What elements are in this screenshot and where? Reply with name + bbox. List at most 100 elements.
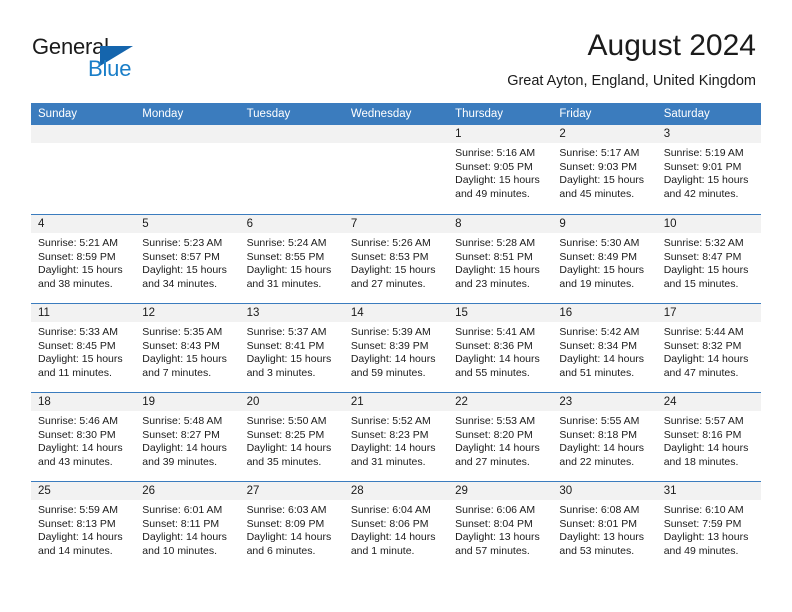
day-detail-daylight2: and 42 minutes.	[663, 187, 739, 200]
day-detail-daylight2: and 15 minutes.	[663, 277, 739, 290]
day-cell[interactable]: 3 Sunrise: 5:19 AM Sunset: 9:01 PM Daylight…	[656, 125, 761, 214]
day-detail-sunset: Sunset: 9:01 PM	[663, 160, 742, 173]
day-detail-sunrise: Sunrise: 5:28 AM	[455, 237, 536, 249]
day-number: 15	[448, 304, 553, 322]
day-detail-sunrise: Sunrise: 6:06 AM	[455, 504, 536, 516]
day-detail-sunrise: Sunrise: 5:59 AM	[38, 504, 118, 516]
day-detail-sunset: Sunset: 8:57 PM	[142, 250, 220, 263]
day-details: Sunrise: 6:06 AM Sunset: 8:04 PM Daylight:…	[448, 500, 552, 558]
day-detail-daylight1: Daylight: 14 hours	[38, 442, 123, 455]
day-number	[343, 125, 449, 143]
day-detail-sunrise: Sunrise: 5:39 AM	[350, 326, 431, 338]
day-cell[interactable]: 29 Sunrise: 6:06 AM Sunset: 8:04 PM Dayligh…	[448, 482, 553, 570]
day-detail-sunset: Sunset: 8:32 PM	[663, 339, 742, 352]
day-detail-sunrise: Sunrise: 5:57 AM	[663, 415, 744, 427]
calendar-week-row: 1 Sunrise: 5:16 AM Sunset: 9:05 PM Daylight…	[31, 125, 761, 214]
day-number: 6	[239, 215, 344, 233]
day-number: 22	[448, 393, 553, 411]
day-detail-daylight1: Daylight: 14 hours	[559, 442, 645, 455]
day-cell[interactable]: 8 Sunrise: 5:28 AM Sunset: 8:51 PM Daylight…	[448, 215, 553, 303]
day-detail-daylight1: Daylight: 15 hours	[559, 264, 645, 277]
day-cell[interactable]: 16 Sunrise: 5:42 AM Sunset: 8:34 PM Dayligh…	[552, 304, 657, 392]
day-cell[interactable]: 15 Sunrise: 5:41 AM Sunset: 8:36 PM Dayligh…	[448, 304, 553, 392]
day-detail-sunset: Sunset: 8:59 PM	[38, 250, 116, 263]
day-cell[interactable]: 25 Sunrise: 5:59 AM Sunset: 8:13 PM Dayligh…	[31, 482, 136, 570]
day-detail-daylight2: and 35 minutes.	[246, 455, 322, 468]
day-cell[interactable]: 27 Sunrise: 6:03 AM Sunset: 8:09 PM Dayligh…	[239, 482, 344, 570]
weekday-header-saturday: Saturday	[663, 108, 710, 120]
day-cell[interactable]: 17 Sunrise: 5:44 AM Sunset: 8:32 PM Dayligh…	[656, 304, 761, 392]
day-detail-daylight1: Daylight: 14 hours	[142, 531, 227, 544]
day-cell[interactable]: 9 Sunrise: 5:30 AM Sunset: 8:49 PM Daylight…	[552, 215, 657, 303]
day-detail-sunset: Sunset: 8:09 PM	[246, 517, 325, 530]
day-cell-empty	[239, 125, 344, 214]
logo-general-blue[interactable]: General Blue	[32, 34, 182, 86]
day-details: Sunrise: 5:16 AM Sunset: 9:05 PM Daylight:…	[448, 143, 552, 201]
day-detail-daylight1: Daylight: 15 hours	[559, 174, 645, 187]
day-cell[interactable]: 4 Sunrise: 5:21 AM Sunset: 8:59 PM Daylight…	[31, 215, 136, 303]
day-details: Sunrise: 5:44 AM Sunset: 8:32 PM Daylight:…	[657, 322, 761, 380]
day-number: 26	[135, 482, 240, 500]
day-detail-daylight2: and 59 minutes.	[350, 366, 426, 379]
day-detail-daylight2: and 31 minutes.	[350, 455, 426, 468]
day-detail-daylight2: and 31 minutes.	[246, 277, 322, 290]
day-cell[interactable]: 10 Sunrise: 5:32 AM Sunset: 8:47 PM Dayligh…	[656, 215, 761, 303]
day-detail-sunrise: Sunrise: 5:26 AM	[350, 237, 431, 249]
day-cell[interactable]: 1 Sunrise: 5:16 AM Sunset: 9:05 PM Daylight…	[448, 125, 553, 214]
calendar-page: General Blue August 2024 Great Ayton, En…	[0, 0, 792, 612]
day-cell[interactable]: 5 Sunrise: 5:23 AM Sunset: 8:57 PM Daylight…	[135, 215, 240, 303]
day-cell[interactable]: 22 Sunrise: 5:53 AM Sunset: 8:20 PM Dayligh…	[448, 393, 553, 481]
day-cell[interactable]: 31 Sunrise: 6:10 AM Sunset: 7:59 PM Dayligh…	[656, 482, 761, 570]
day-detail-sunset: Sunset: 8:23 PM	[350, 428, 429, 441]
day-detail-daylight1: Daylight: 14 hours	[663, 353, 749, 366]
weekday-header-sunday: Sunday	[38, 108, 78, 120]
day-detail-daylight2: and 11 minutes.	[38, 366, 112, 379]
day-detail-sunset: Sunset: 9:03 PM	[559, 160, 638, 173]
day-detail-daylight2: and 34 minutes.	[142, 277, 217, 290]
day-detail-daylight1: Daylight: 14 hours	[350, 442, 436, 455]
day-cell[interactable]: 24 Sunrise: 5:57 AM Sunset: 8:16 PM Dayligh…	[656, 393, 761, 481]
day-detail-daylight2: and 49 minutes.	[663, 544, 739, 557]
day-cell[interactable]: 26 Sunrise: 6:01 AM Sunset: 8:11 PM Dayligh…	[135, 482, 240, 570]
page-title: August 2024	[587, 29, 756, 62]
day-detail-sunrise: Sunrise: 5:24 AM	[246, 237, 327, 249]
day-details: Sunrise: 6:04 AM Sunset: 8:06 PM Daylight:…	[344, 500, 448, 558]
day-cell[interactable]: 11 Sunrise: 5:33 AM Sunset: 8:45 PM Dayligh…	[31, 304, 136, 392]
day-detail-sunrise: Sunrise: 6:01 AM	[142, 504, 223, 516]
calendar-grid: Sunday Monday Tuesday Wednesday Thursday Frid…	[31, 103, 761, 570]
day-detail-sunrise: Sunrise: 6:04 AM	[350, 504, 431, 516]
day-cell[interactable]: 20 Sunrise: 5:50 AM Sunset: 8:25 PM Dayligh…	[239, 393, 344, 481]
day-detail-sunset: Sunset: 8:43 PM	[142, 339, 220, 352]
day-number: 20	[239, 393, 344, 411]
day-detail-sunset: Sunset: 8:55 PM	[246, 250, 325, 263]
day-cell[interactable]: 18 Sunrise: 5:46 AM Sunset: 8:30 PM Dayligh…	[31, 393, 136, 481]
weekday-header-friday: Friday	[559, 108, 592, 120]
day-details: Sunrise: 5:23 AM Sunset: 8:57 PM Daylight:…	[135, 233, 239, 291]
day-cell[interactable]: 19 Sunrise: 5:48 AM Sunset: 8:27 PM Dayligh…	[135, 393, 240, 481]
day-cell[interactable]: 30 Sunrise: 6:08 AM Sunset: 8:01 PM Dayligh…	[552, 482, 657, 570]
day-number: 28	[343, 482, 449, 500]
day-cell[interactable]: 2 Sunrise: 5:17 AM Sunset: 9:03 PM Daylight…	[552, 125, 657, 214]
day-cell[interactable]: 7 Sunrise: 5:26 AM Sunset: 8:53 PM Daylight…	[343, 215, 449, 303]
day-detail-daylight1: Daylight: 15 hours	[246, 353, 332, 366]
day-details: Sunrise: 5:42 AM Sunset: 8:34 PM Daylight:…	[552, 322, 656, 380]
day-cell[interactable]: 6 Sunrise: 5:24 AM Sunset: 8:55 PM Daylight…	[239, 215, 344, 303]
day-detail-sunrise: Sunrise: 5:53 AM	[455, 415, 536, 427]
day-detail-sunset: Sunset: 8:30 PM	[38, 428, 116, 441]
day-cell[interactable]: 21 Sunrise: 5:52 AM Sunset: 8:23 PM Dayligh…	[343, 393, 449, 481]
day-detail-daylight1: Daylight: 15 hours	[38, 353, 123, 366]
weekday-header-thursday: Thursday	[455, 108, 504, 120]
calendar-week-row: 25 Sunrise: 5:59 AM Sunset: 8:13 PM Dayligh…	[31, 481, 761, 570]
day-details: Sunrise: 5:33 AM Sunset: 8:45 PM Daylight:…	[31, 322, 135, 380]
day-detail-daylight2: and 18 minutes.	[663, 455, 739, 468]
day-cell[interactable]: 13 Sunrise: 5:37 AM Sunset: 8:41 PM Dayligh…	[239, 304, 344, 392]
day-details: Sunrise: 5:28 AM Sunset: 8:51 PM Daylight:…	[448, 233, 552, 291]
day-details: Sunrise: 5:48 AM Sunset: 8:27 PM Daylight:…	[135, 411, 239, 469]
day-cell[interactable]: 28 Sunrise: 6:04 AM Sunset: 8:06 PM Dayligh…	[343, 482, 449, 570]
day-cell[interactable]: 23 Sunrise: 5:55 AM Sunset: 8:18 PM Dayligh…	[552, 393, 657, 481]
day-details: Sunrise: 5:57 AM Sunset: 8:16 PM Daylight:…	[657, 411, 761, 469]
day-number: 3	[656, 125, 761, 143]
day-number	[135, 125, 240, 143]
day-cell[interactable]: 12 Sunrise: 5:35 AM Sunset: 8:43 PM Dayligh…	[135, 304, 240, 392]
day-cell[interactable]: 14 Sunrise: 5:39 AM Sunset: 8:39 PM Dayligh…	[343, 304, 449, 392]
